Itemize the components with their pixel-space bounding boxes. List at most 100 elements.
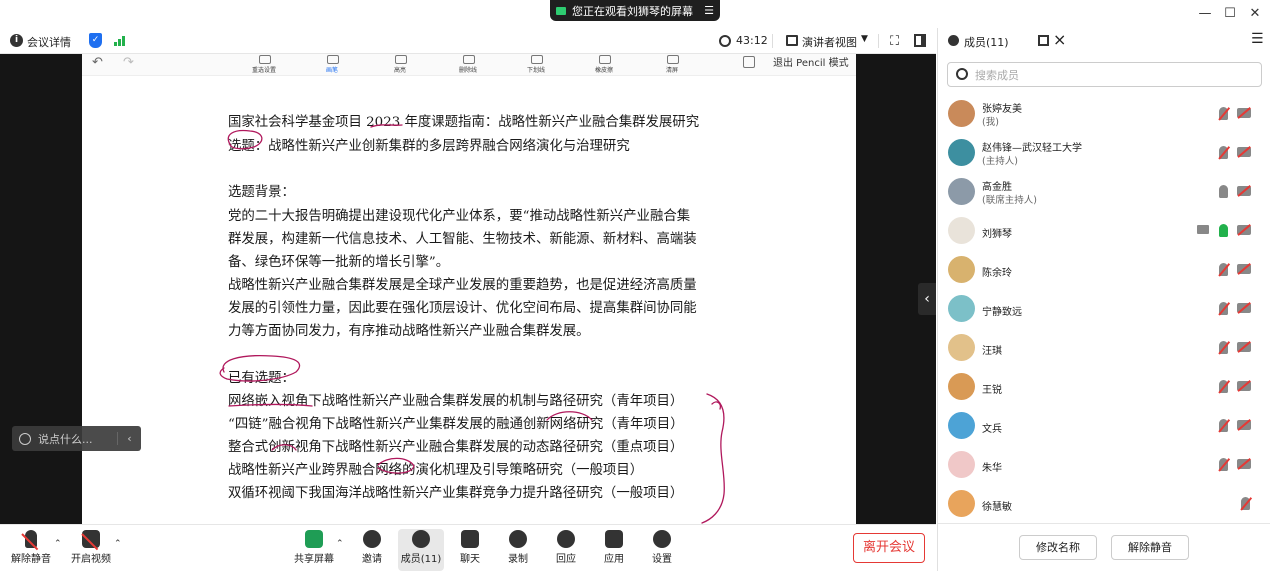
- search-input[interactable]: [975, 66, 1255, 84]
- gear-icon: [653, 530, 671, 548]
- chat-input-pill[interactable]: 说点什么... ‹: [12, 426, 141, 451]
- invite-button[interactable]: 邀请: [349, 529, 395, 571]
- camera-off-icon[interactable]: [1237, 342, 1251, 352]
- camera-off-icon[interactable]: [1237, 420, 1251, 430]
- start-video-button[interactable]: 开启视频: [68, 529, 114, 571]
- member-row[interactable]: 文兵: [938, 407, 1270, 446]
- maximize-button[interactable]: ☐: [1219, 4, 1241, 24]
- chevron-up-icon[interactable]: ⌃: [54, 539, 62, 549]
- exit-pencil-icon[interactable]: [743, 56, 755, 68]
- more-menu-icon[interactable]: ☰: [1251, 31, 1264, 47]
- members-button[interactable]: 成员(11): [398, 529, 444, 571]
- record-button[interactable]: 录制: [495, 529, 541, 571]
- member-row[interactable]: 高金胜 (联席主持人): [938, 173, 1270, 212]
- pencil-tool-settings[interactable]: 重选设置: [244, 55, 284, 74]
- screen-share-notice[interactable]: 您正在观看刘狮琴的屏幕 ☰: [550, 0, 720, 21]
- share-screen-icon: [305, 530, 323, 548]
- camera-off-icon[interactable]: [1237, 264, 1251, 274]
- member-row[interactable]: 王锐: [938, 368, 1270, 407]
- microphone-icon[interactable]: [1219, 419, 1228, 432]
- doc-line: 战略性新兴产业跨界融合网络的演化机理及引导策略研究（一般项目）: [228, 463, 644, 478]
- sidebar-toggle-icon[interactable]: [914, 34, 926, 47]
- microphone-icon[interactable]: [1219, 263, 1228, 276]
- chat-button[interactable]: 聊天: [447, 529, 493, 571]
- camera-off-icon[interactable]: [1237, 186, 1251, 196]
- member-row[interactable]: 汪琪: [938, 329, 1270, 368]
- apps-grid-icon: [605, 530, 623, 548]
- undo-icon[interactable]: ↶: [92, 55, 103, 70]
- member-name: 王锐: [982, 385, 1002, 396]
- minimize-button[interactable]: —: [1194, 4, 1216, 24]
- invite-label: 邀请: [362, 554, 382, 565]
- avatar: [948, 178, 975, 205]
- doc-line: 选题背景：: [228, 185, 295, 200]
- fullscreen-icon[interactable]: ⛶: [890, 34, 899, 49]
- camera-off-icon[interactable]: [1237, 381, 1251, 391]
- member-row[interactable]: 陈余玲: [938, 251, 1270, 290]
- doc-line: “四链”融合视角下战略性新兴产业集群发展的融通创新网络研究（青年项目）: [228, 417, 684, 432]
- rename-button[interactable]: 修改名称: [1019, 535, 1097, 560]
- camera-off-icon[interactable]: [1237, 147, 1251, 157]
- pencil-tool-pen[interactable]: 画笔: [312, 55, 352, 74]
- apps-button[interactable]: 应用: [591, 529, 637, 571]
- doc-line: 已有选题：: [228, 371, 295, 386]
- camera-off-icon[interactable]: [1237, 459, 1251, 469]
- microphone-icon[interactable]: [1219, 146, 1228, 159]
- view-mode-label[interactable]: 演讲者视图: [802, 34, 857, 50]
- speaker-view-icon[interactable]: [786, 35, 798, 46]
- unmute-all-button[interactable]: 解除静音: [1111, 535, 1189, 560]
- settings-button[interactable]: 设置: [639, 529, 685, 571]
- emoji-icon[interactable]: [19, 432, 31, 445]
- reactions-button[interactable]: 回应: [543, 529, 589, 571]
- unmute-button[interactable]: 解除静音: [8, 529, 54, 571]
- panel-title: 成员(11): [964, 36, 1009, 49]
- pencil-toolbar: ↶ ↷ 重选设置 画笔 高亮 删除线 下划线 橡皮擦 清屏 退出 Pencil …: [82, 54, 856, 76]
- microphone-icon[interactable]: [1219, 458, 1228, 471]
- member-row[interactable]: 徐慧敏: [938, 485, 1270, 524]
- settings-label: 设置: [652, 554, 672, 565]
- chevron-down-icon[interactable]: ▼: [861, 34, 868, 44]
- microphone-icon[interactable]: [1219, 224, 1228, 237]
- pencil-tool-clear[interactable]: 清屏: [652, 55, 692, 74]
- security-shield-icon[interactable]: ✓: [89, 33, 102, 48]
- pencil-tool-underline[interactable]: 下划线: [516, 55, 556, 74]
- chevron-left-icon[interactable]: ‹: [117, 432, 141, 445]
- microphone-icon[interactable]: [1219, 107, 1228, 120]
- network-signal-icon[interactable]: [114, 36, 125, 46]
- microphone-icon[interactable]: [1219, 185, 1228, 198]
- member-search[interactable]: [947, 62, 1262, 87]
- close-window-button[interactable]: ✕: [1244, 4, 1266, 24]
- member-row[interactable]: 宁静致远: [938, 290, 1270, 329]
- member-name: 徐慧敏: [982, 502, 1012, 513]
- leave-meeting-button[interactable]: 离开会议: [853, 533, 925, 563]
- member-row[interactable]: 朱华: [938, 446, 1270, 485]
- meeting-info-label[interactable]: 会议详情: [27, 34, 71, 50]
- pencil-tool-highlight[interactable]: 高亮: [380, 55, 420, 74]
- microphone-icon[interactable]: [1219, 302, 1228, 315]
- pencil-tool-strikethrough[interactable]: 删除线: [448, 55, 488, 74]
- member-row[interactable]: 张婷友美 (我): [938, 95, 1270, 134]
- camera-off-icon[interactable]: [1237, 108, 1251, 118]
- microphone-icon[interactable]: [1219, 380, 1228, 393]
- close-icon[interactable]: ×: [1053, 30, 1066, 49]
- reaction-icon: [557, 530, 575, 548]
- menu-icon[interactable]: ☰: [704, 4, 714, 17]
- info-icon[interactable]: i: [10, 34, 23, 47]
- exit-pencil-button[interactable]: 退出 Pencil 模式: [773, 54, 849, 69]
- microphone-icon[interactable]: [1219, 341, 1228, 354]
- doc-line: 网络嵌入视角下战略性新兴产业融合集群发展的机制与路径研究（青年项目）: [228, 394, 684, 409]
- camera-off-icon[interactable]: [1237, 303, 1251, 313]
- chevron-up-icon[interactable]: ⌃: [114, 539, 122, 549]
- redo-icon[interactable]: ↷: [123, 55, 134, 70]
- member-row[interactable]: 刘狮琴: [938, 212, 1270, 251]
- member-row[interactable]: 赵伟锋—武汉轻工大学 (主持人): [938, 134, 1270, 173]
- share-screen-button[interactable]: 共享屏幕: [291, 529, 337, 571]
- chevron-up-icon[interactable]: ⌃: [336, 539, 344, 549]
- camera-off-icon[interactable]: [1237, 225, 1251, 235]
- microphone-icon[interactable]: [1241, 497, 1250, 510]
- popout-icon[interactable]: [1038, 35, 1049, 46]
- pencil-tool-eraser[interactable]: 橡皮擦: [584, 55, 624, 74]
- chat-placeholder[interactable]: 说点什么...: [38, 431, 93, 447]
- doc-line: 双循环视阈下我国海洋战略性新兴产业集群竞争力提升路径研究（一般项目）: [228, 486, 684, 501]
- collapse-panel-button[interactable]: ‹: [918, 283, 936, 315]
